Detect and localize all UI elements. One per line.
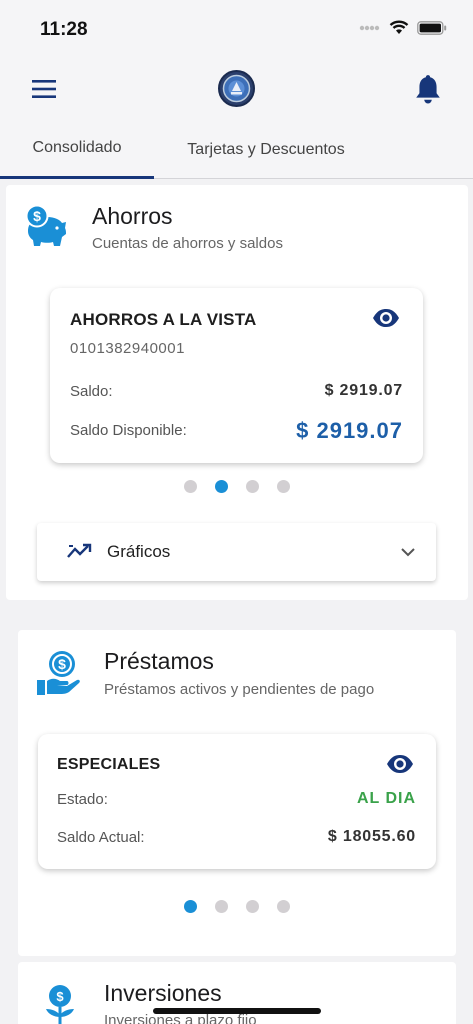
loan-status-value: AL DIA bbox=[356, 790, 416, 807]
loans-subtitle: Préstamos activos y pendientes de pago bbox=[104, 681, 375, 698]
loan-balance-label: Saldo Actual: bbox=[57, 829, 145, 846]
charts-label: Gráficos bbox=[107, 542, 171, 561]
tab-consolidado[interactable]: Consolidado bbox=[0, 120, 154, 179]
wifi-icon bbox=[389, 20, 409, 34]
savings-section: $ Ahorros Cuentas de ahorros y saldos AH… bbox=[6, 185, 468, 600]
savings-carousel-dots bbox=[184, 480, 290, 493]
svg-text:$: $ bbox=[58, 656, 66, 672]
bell-icon[interactable] bbox=[415, 74, 441, 104]
svg-text:$: $ bbox=[56, 989, 64, 1004]
balance-value: $ 2919.07 bbox=[324, 382, 403, 399]
status-bar: 11:28 bbox=[0, 0, 473, 58]
app-header bbox=[0, 58, 473, 120]
carousel-dot[interactable] bbox=[277, 480, 290, 493]
savings-subtitle: Cuentas de ahorros y saldos bbox=[92, 235, 283, 252]
loans-title: Préstamos bbox=[104, 648, 214, 674]
carousel-dot[interactable] bbox=[184, 480, 197, 493]
app-logo bbox=[218, 70, 255, 107]
charts-expander[interactable]: Gráficos bbox=[37, 523, 436, 581]
signal-icon bbox=[359, 25, 380, 30]
loan-name: ESPECIALES bbox=[57, 756, 161, 773]
status-icons bbox=[359, 20, 447, 35]
hand-money-icon: $ bbox=[37, 651, 80, 695]
savings-account-card[interactable]: AHORROS A LA VISTA 0101382940001 Saldo: … bbox=[50, 288, 423, 463]
loans-section: $ Préstamos Préstamos activos y pendient… bbox=[18, 630, 456, 956]
loan-status-label: Estado: bbox=[57, 791, 108, 808]
account-number: 0101382940001 bbox=[70, 340, 185, 357]
carousel-dot-active[interactable] bbox=[215, 480, 228, 493]
account-name: AHORROS A LA VISTA bbox=[70, 310, 257, 329]
trending-icon bbox=[67, 543, 92, 558]
battery-icon bbox=[417, 20, 447, 35]
svg-text:$: $ bbox=[33, 208, 41, 224]
carousel-dot[interactable] bbox=[277, 900, 290, 913]
investments-section: $ Inversiones Inversiones a plazo fijo bbox=[18, 962, 456, 1024]
tab-tarjetas-descuentos[interactable]: Tarjetas y Descuentos bbox=[154, 120, 378, 179]
balance-label: Saldo: bbox=[70, 383, 113, 400]
available-balance-value: $ 2919.07 bbox=[296, 418, 403, 443]
status-time: 11:28 bbox=[40, 19, 88, 40]
piggy-bank-icon: $ bbox=[25, 205, 66, 246]
savings-title: Ahorros bbox=[92, 203, 173, 229]
chevron-down-icon bbox=[401, 548, 415, 557]
loan-balance-value: $ 18055.60 bbox=[327, 828, 416, 845]
logo-emblem-icon bbox=[222, 74, 251, 103]
money-plant-icon: $ bbox=[46, 985, 74, 1024]
eye-icon[interactable] bbox=[386, 754, 414, 774]
carousel-dot[interactable] bbox=[215, 900, 228, 913]
investments-title: Inversiones bbox=[104, 980, 222, 1006]
available-balance-label: Saldo Disponible: bbox=[70, 422, 187, 439]
eye-icon[interactable] bbox=[372, 308, 400, 328]
loan-card[interactable]: ESPECIALES Estado: AL DIA Saldo Actual: … bbox=[38, 734, 436, 869]
carousel-dot[interactable] bbox=[246, 900, 259, 913]
hamburger-menu-icon[interactable] bbox=[32, 80, 56, 98]
tab-bar: Consolidado Tarjetas y Descuentos bbox=[0, 120, 473, 179]
loans-carousel-dots bbox=[184, 900, 290, 913]
carousel-dot-active[interactable] bbox=[184, 900, 197, 913]
carousel-dot[interactable] bbox=[246, 480, 259, 493]
home-indicator bbox=[153, 1008, 321, 1014]
